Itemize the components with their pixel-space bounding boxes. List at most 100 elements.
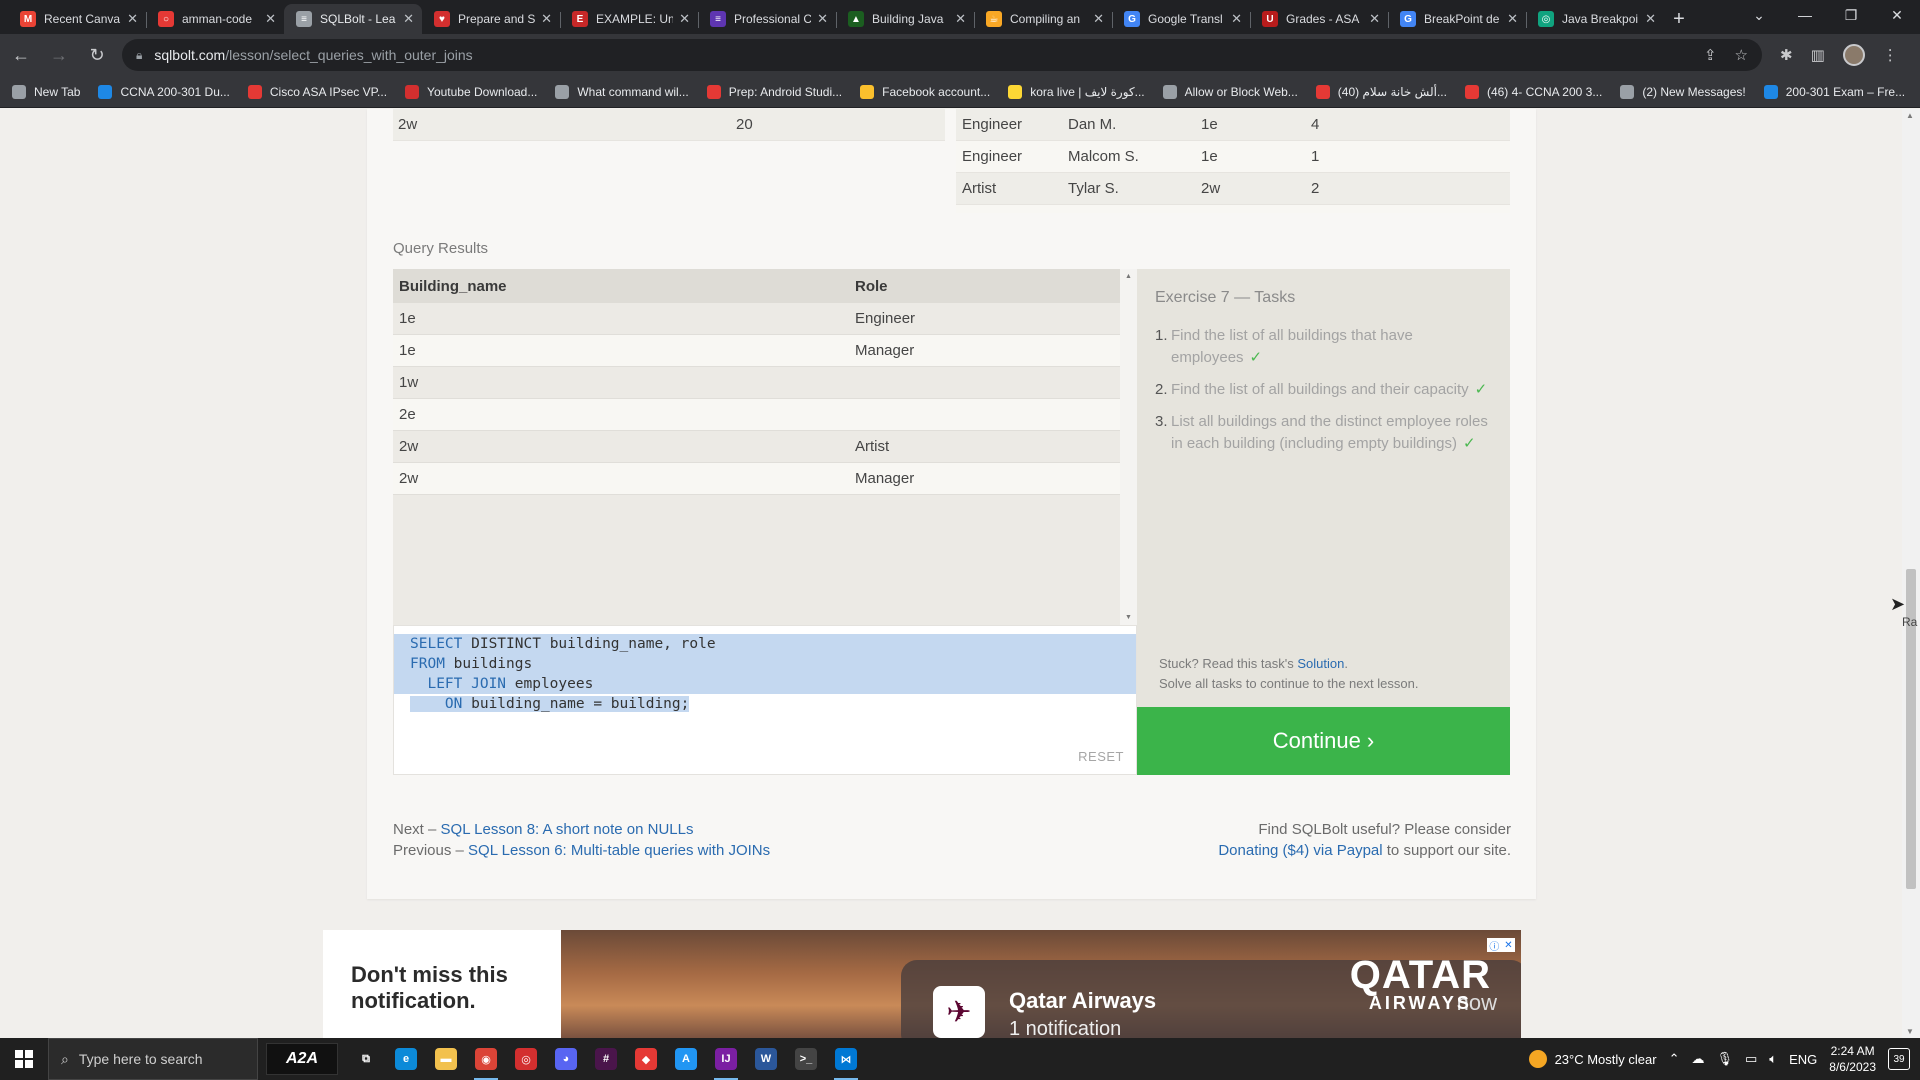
lock-icon[interactable]: 🔒︎	[136, 48, 142, 63]
browser-tab[interactable]: U Grades - ASA ✕	[1250, 4, 1388, 34]
taskbar-app[interactable]: IJ	[706, 1038, 746, 1080]
taskbar-search[interactable]: ⌕ Type here to search	[48, 1038, 258, 1080]
scroll-up-icon[interactable]: ▲	[1125, 273, 1132, 280]
browser-tab[interactable]: ○ amman-code ✕	[146, 4, 284, 34]
bookmark-item[interactable]: New Tab	[12, 84, 80, 99]
browser-tab[interactable]: ≡ SQLBolt - Lea ✕	[284, 4, 422, 34]
taskbar-app[interactable]: ▬	[426, 1038, 466, 1080]
weather-widget[interactable]: 23°C Mostly clear	[1528, 1050, 1657, 1068]
tab-close-icon[interactable]: ✕	[817, 11, 828, 27]
reset-button[interactable]: RESET	[1078, 749, 1124, 764]
browser-tab[interactable]: M Recent Canva ✕	[8, 4, 146, 34]
cloud-icon[interactable]: ☁	[1691, 1051, 1704, 1067]
tab-close-icon[interactable]: ✕	[1369, 11, 1380, 27]
browser-tab[interactable]: ◎ Java Breakpoi ✕	[1526, 4, 1664, 34]
microphone-icon[interactable]: 🎙︎	[1716, 1051, 1733, 1067]
sql-code[interactable]: SELECT DISTINCT building_name, role FROM …	[410, 634, 716, 714]
bookmark-item[interactable]: Youtube Download...	[405, 84, 537, 99]
side-panel-icon[interactable]: ▥	[1811, 46, 1825, 64]
network-icon[interactable]: ▭	[1745, 1051, 1757, 1067]
bookmark-item[interactable]: Cisco ASA IPsec VP...	[247, 84, 387, 99]
taskbar-app[interactable]: e	[386, 1038, 426, 1080]
advertisement[interactable]: Don't miss this notification. ✈︎ Qatar A…	[323, 930, 1521, 1038]
tab-close-icon[interactable]: ✕	[1093, 11, 1104, 27]
browser-tab[interactable]: ☕ Compiling an ✕	[974, 4, 1112, 34]
taskbar-app[interactable]: A	[666, 1038, 706, 1080]
reload-icon[interactable]: ↻	[80, 38, 114, 72]
back-icon[interactable]: ←	[4, 38, 38, 72]
tab-close-icon[interactable]: ✕	[1231, 11, 1242, 27]
bookmark-favicon-icon	[706, 84, 721, 99]
restore-button[interactable]: ❐	[1828, 0, 1874, 30]
a2a-badge[interactable]: A2A	[266, 1043, 338, 1075]
page-scrollbar[interactable]: ▲ ▼	[1902, 109, 1920, 1038]
taskbar-app[interactable]: ◎	[506, 1038, 546, 1080]
bookmark-item[interactable]: Prep: Android Studi...	[706, 84, 842, 99]
bookmark-item[interactable]: Allow or Block Web...	[1162, 84, 1298, 99]
bookmark-item[interactable]: CCNA 200-301 Du...	[98, 84, 230, 99]
next-lesson-link[interactable]: SQL Lesson 8: A short note on NULLs	[441, 821, 694, 838]
taskbar-app[interactable]: >_	[786, 1038, 826, 1080]
taskbar-app[interactable]: ⧉	[346, 1038, 386, 1080]
close-window-button[interactable]: ✕	[1874, 0, 1920, 30]
tab-close-icon[interactable]: ✕	[1507, 11, 1518, 27]
bookmark-item[interactable]: (2) New Messages!	[1620, 84, 1746, 99]
bookmark-item[interactable]: Facebook account...	[860, 84, 990, 99]
bookmark-item[interactable]: (40) ألش خانة سلام...	[1315, 84, 1447, 99]
taskbar-app[interactable]: W	[746, 1038, 786, 1080]
ad-close-icon[interactable]: ⓘ ✕	[1487, 938, 1515, 953]
profile-avatar[interactable]	[1842, 44, 1865, 66]
taskbar-app[interactable]: ◉	[466, 1038, 506, 1080]
browser-tab[interactable]: ≡ Professional C ✕	[698, 4, 836, 34]
continue-button[interactable]: Continue ›	[1137, 707, 1510, 775]
tab-close-icon[interactable]: ✕	[541, 11, 552, 27]
tab-close-icon[interactable]: ✕	[127, 11, 138, 27]
extensions-icon[interactable]: ✱	[1780, 46, 1793, 64]
bookmark-item[interactable]: (46) 4- CCNA 200 3...	[1464, 84, 1602, 99]
browser-tab[interactable]: E EXAMPLE: Un ✕	[560, 4, 698, 34]
tab-close-icon[interactable]: ✕	[679, 11, 690, 27]
language-indicator[interactable]: ENG	[1789, 1052, 1817, 1067]
browser-tab[interactable]: ▲ Building Java ✕	[836, 4, 974, 34]
address-bar[interactable]: 🔒︎ sqlbolt.com/lesson/select_queries_wit…	[122, 39, 1762, 71]
scroll-down-icon[interactable]: ▼	[1906, 1027, 1914, 1036]
bookmark-star-icon[interactable]: ☆	[1735, 46, 1748, 64]
browser-tab[interactable]: ♥ Prepare and S ✕	[422, 4, 560, 34]
taskbar-app[interactable]: ◆	[626, 1038, 666, 1080]
results-scrollbar[interactable]: ▲ ▼	[1120, 269, 1137, 625]
solution-link[interactable]: Solution	[1297, 656, 1344, 671]
sql-editor[interactable]: SELECT DISTINCT building_name, role FROM …	[393, 625, 1137, 775]
browser-tab[interactable]: G Google Transl ✕	[1112, 4, 1250, 34]
tab-close-icon[interactable]: ✕	[403, 11, 414, 27]
previous-lesson-link[interactable]: SQL Lesson 6: Multi-table queries with J…	[468, 842, 770, 859]
bookmark-favicon-icon	[1008, 84, 1023, 99]
share-icon[interactable]: ⇪	[1704, 46, 1717, 64]
tab-close-icon[interactable]: ✕	[265, 11, 276, 27]
new-tab-button[interactable]: +	[1664, 4, 1694, 34]
tab-close-icon[interactable]: ✕	[955, 11, 966, 27]
taskbar-app[interactable]: ⋈	[826, 1038, 866, 1080]
tab-close-icon[interactable]: ✕	[1645, 11, 1656, 27]
scroll-down-icon[interactable]: ▼	[1125, 614, 1132, 621]
clock[interactable]: 2:24 AM 8/6/2023	[1829, 1043, 1876, 1075]
start-button[interactable]	[0, 1038, 48, 1080]
browser-tab[interactable]: G BreakPoint de ✕	[1388, 4, 1526, 34]
taskbar-app[interactable]: ◕	[546, 1038, 586, 1080]
table-cell: 1e	[399, 310, 416, 327]
taskbar-apps: ⧉ e ▬ ◉ ◎ ◕ # ◆ A IJ W >_ ⋈	[346, 1038, 866, 1080]
table-cell: Sherman D.	[1062, 212, 1195, 213]
forward-icon[interactable]: →	[42, 38, 76, 72]
notification-icon[interactable]: 39	[1888, 1048, 1910, 1070]
scroll-up-icon[interactable]: ▲	[1906, 111, 1914, 120]
tab-search-icon[interactable]: ⌄	[1736, 0, 1782, 30]
previous-prefix: Previous –	[393, 842, 469, 859]
minimize-button[interactable]: —	[1782, 0, 1828, 30]
taskbar-app[interactable]: #	[586, 1038, 626, 1080]
donate-link[interactable]: Donating ($4) via Paypal	[1218, 842, 1382, 859]
volume-icon[interactable]: 🔈︎	[1769, 1051, 1777, 1067]
bookmark-item[interactable]: What command wil...	[555, 84, 689, 99]
chevron-up-icon[interactable]: ⌃	[1669, 1051, 1680, 1067]
bookmark-item[interactable]: kora live | كورة لايف...	[1008, 84, 1145, 99]
menu-icon[interactable]: ⋮	[1883, 46, 1898, 64]
bookmark-item[interactable]: 200-301 Exam – Fre...	[1763, 84, 1905, 99]
